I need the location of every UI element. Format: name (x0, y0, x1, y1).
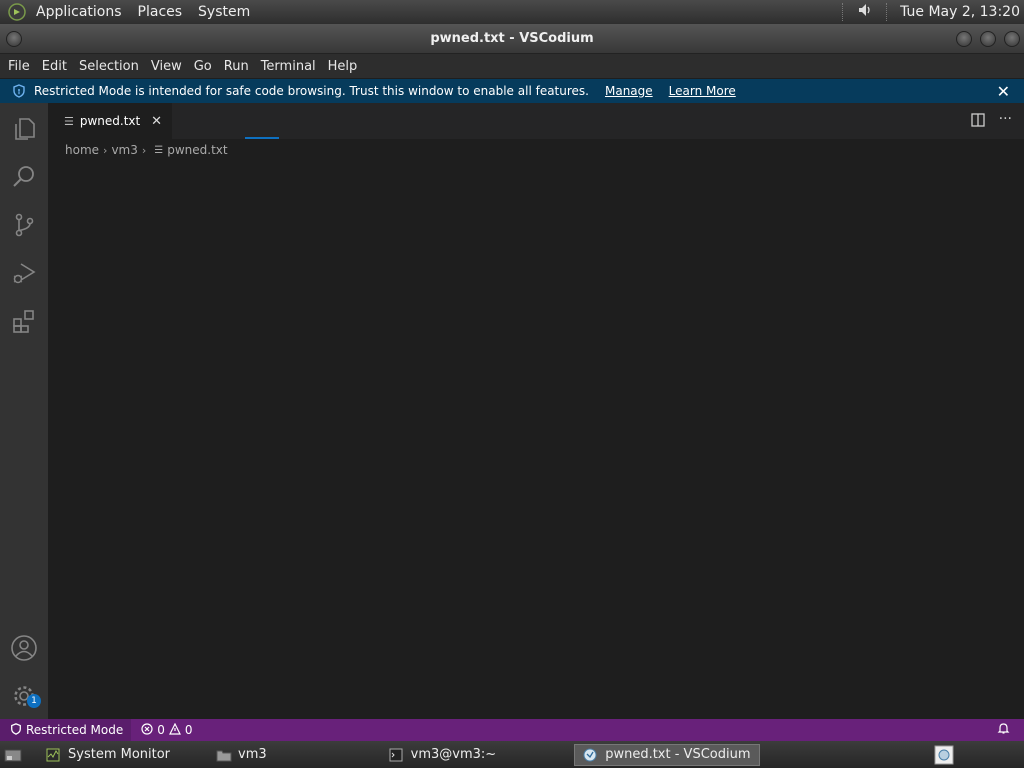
run-debug-icon[interactable] (0, 249, 48, 297)
taskbar-label: pwned.txt - VSCodium (605, 747, 751, 762)
extensions-icon[interactable] (0, 297, 48, 345)
tab-label: pwned.txt (79, 114, 141, 128)
close-icon[interactable]: ✕ (997, 82, 1010, 101)
menubar: File Edit Selection View Go Run Terminal… (0, 54, 1024, 78)
menu-file[interactable]: File (2, 59, 36, 74)
window-menu-button[interactable] (6, 31, 22, 47)
menu-edit[interactable]: Edit (36, 59, 73, 74)
taskbar-label: System Monitor (68, 747, 171, 762)
folder-icon (216, 748, 232, 762)
menu-view[interactable]: View (145, 59, 188, 74)
menu-places[interactable]: Places (130, 4, 191, 20)
shield-icon (10, 722, 22, 738)
search-icon[interactable] (0, 153, 48, 201)
show-desktop-icon[interactable] (0, 744, 26, 766)
breadcrumb-vm3[interactable]: vm3 (111, 143, 137, 157)
restricted-mode-status[interactable]: Restricted Mode (0, 719, 132, 741)
menu-terminal[interactable]: Terminal (255, 59, 322, 74)
breadcrumb-file[interactable]: pwned.txt (167, 143, 227, 157)
terminal-icon (389, 748, 403, 762)
menu-system[interactable]: System (190, 4, 258, 20)
menu-help[interactable]: Help (322, 59, 364, 74)
distro-logo-icon[interactable] (6, 1, 28, 23)
window-title: pwned.txt - VSCodium (430, 31, 594, 46)
taskbar-label: vm3 (238, 747, 267, 762)
taskbar: System Monitor vm3 vm3@vm3:~ pwned.txt -… (0, 741, 1024, 768)
volume-icon[interactable] (856, 1, 874, 23)
warning-count: 0 (184, 723, 193, 737)
vscodium-icon (583, 748, 597, 762)
close-window-button[interactable] (1004, 31, 1020, 47)
tab-actions: ··· (970, 112, 1012, 131)
learn-more-link[interactable]: Learn More (669, 84, 736, 98)
more-actions-icon[interactable]: ··· (999, 112, 1012, 131)
taskbar-item-vscodium[interactable]: pwned.txt - VSCodium (574, 743, 760, 766)
bell-icon[interactable] (997, 722, 1010, 738)
taskbar-item-vm3[interactable]: vm3 (208, 744, 275, 766)
editor-tab[interactable]: ☰ pwned.txt ✕ (48, 103, 172, 139)
warning-icon (168, 722, 181, 738)
source-control-icon[interactable] (0, 201, 48, 249)
menu-applications[interactable]: Applications (28, 4, 130, 20)
system-monitor-icon (46, 748, 60, 762)
panel-separator (842, 3, 844, 21)
file-lines-icon: ☰ (154, 144, 164, 156)
menu-run[interactable]: Run (218, 59, 255, 74)
taskbar-label: vm3@vm3:~ (410, 747, 497, 762)
close-tab-icon[interactable]: ✕ (151, 114, 162, 129)
status-bar: Restricted Mode 0 0 (0, 719, 1024, 741)
restricted-mode-banner: Restricted Mode is intended for safe cod… (0, 79, 1024, 103)
manage-link[interactable]: Manage (605, 84, 653, 98)
activity-bar: 1 (0, 103, 48, 719)
explorer-icon[interactable] (0, 105, 48, 153)
clock[interactable]: Tue May 2, 13:20 (900, 4, 1020, 20)
account-icon[interactable] (0, 624, 48, 672)
banner-message: Restricted Mode is intended for safe cod… (34, 84, 589, 98)
restricted-mode-label: Restricted Mode (26, 723, 124, 737)
loading-progress-bar (245, 137, 279, 139)
workspace-switcher-icon[interactable] (926, 744, 962, 766)
breadcrumb-home[interactable]: home (65, 143, 99, 157)
top-panel: Applications Places System Tue May 2, 13… (0, 0, 1024, 24)
shield-icon (12, 84, 26, 98)
settings-badge: 1 (27, 694, 41, 708)
taskbar-item-system-monitor[interactable]: System Monitor (38, 744, 178, 766)
menu-go[interactable]: Go (188, 59, 218, 74)
window-titlebar[interactable]: pwned.txt - VSCodium (0, 24, 1024, 54)
error-icon (141, 722, 153, 738)
menu-selection[interactable]: Selection (73, 59, 145, 74)
settings-gear-icon[interactable]: 1 (0, 672, 48, 720)
split-editor-icon[interactable] (970, 113, 985, 131)
panel-separator (886, 3, 888, 21)
minimize-button[interactable] (956, 31, 972, 47)
breadcrumb: home › vm3 › ☰ pwned.txt (48, 139, 1024, 161)
error-count: 0 (157, 723, 165, 737)
editor-area[interactable]: ☰ pwned.txt ✕ ··· home › vm3 › ☰ pwned.t… (48, 103, 1024, 719)
editor-tabs: ☰ pwned.txt ✕ ··· (48, 103, 1024, 139)
maximize-button[interactable] (980, 31, 996, 47)
chevron-right-icon: › (103, 143, 108, 157)
chevron-right-icon: › (141, 143, 147, 157)
file-lines-icon: ☰ (64, 114, 74, 128)
problems-status[interactable]: 0 0 (141, 722, 193, 738)
taskbar-item-terminal[interactable]: vm3@vm3:~ (381, 744, 505, 766)
